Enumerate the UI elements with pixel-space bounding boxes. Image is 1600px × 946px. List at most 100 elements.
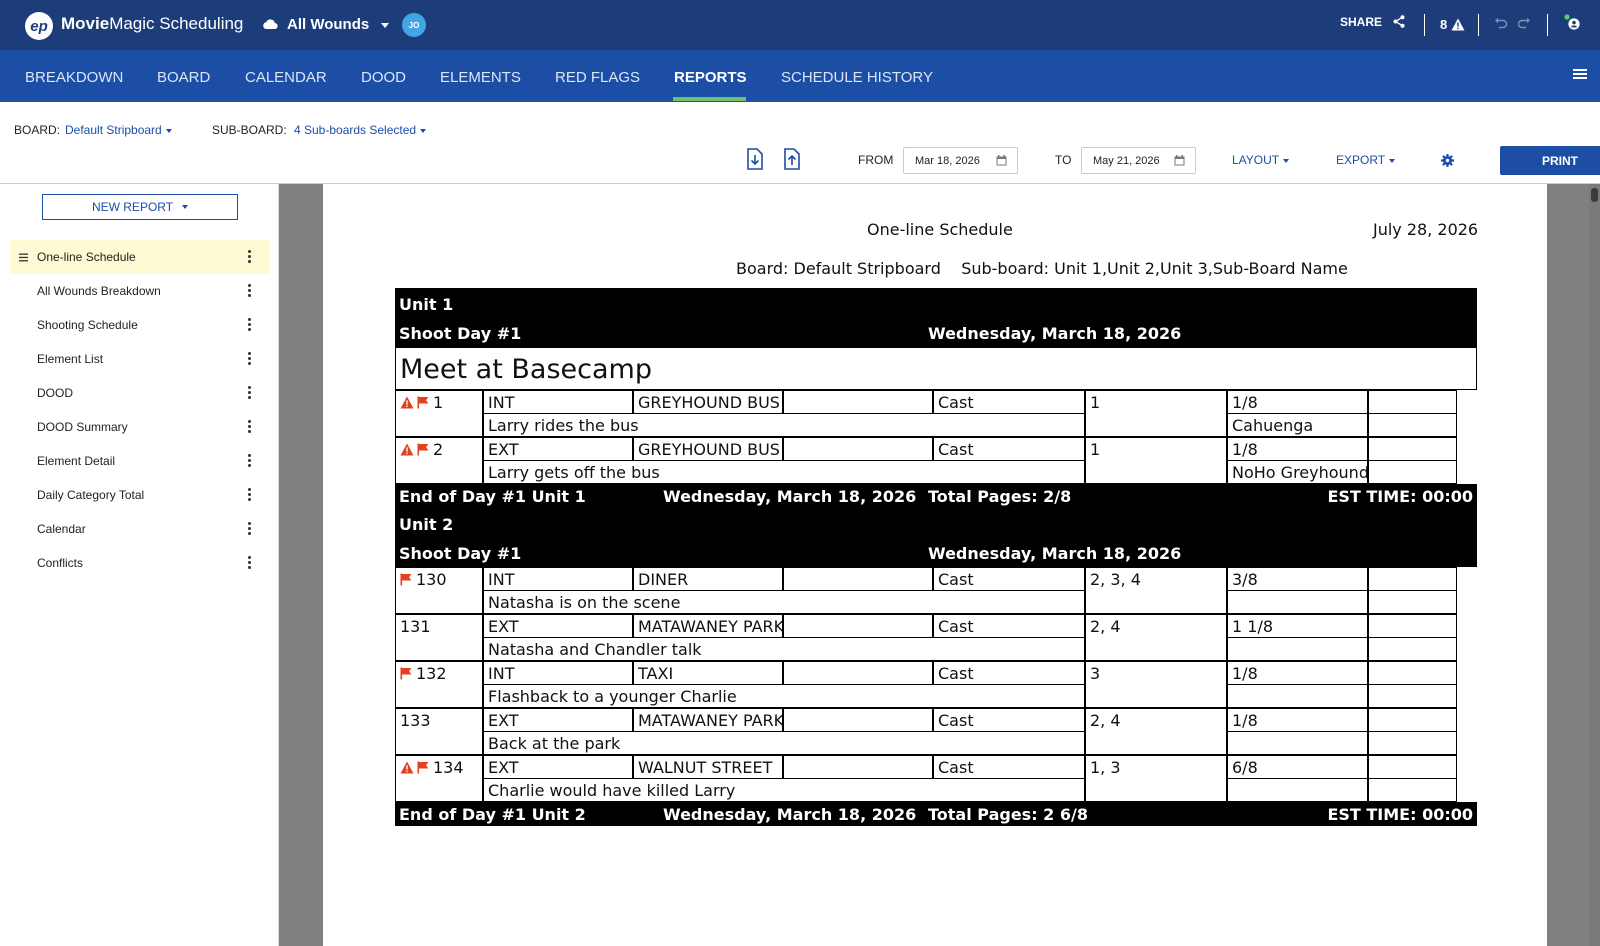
board-selector[interactable]: Default Stripboard bbox=[65, 123, 172, 137]
int-ext: EXT bbox=[488, 711, 519, 730]
gear-icon[interactable] bbox=[1441, 154, 1454, 167]
sidebar-item-daily-category-total[interactable]: Daily Category Total bbox=[10, 478, 270, 512]
end-of-day-row: End of Day #1 Unit 1 Wednesday, March 18,… bbox=[395, 484, 1477, 508]
calendar-icon[interactable] bbox=[1174, 155, 1185, 166]
scrollbar-thumb[interactable] bbox=[1591, 188, 1598, 202]
sidebar-item-shooting-schedule[interactable]: Shooting Schedule bbox=[10, 308, 270, 342]
chevron-down-icon[interactable] bbox=[381, 23, 389, 28]
empty-cell bbox=[783, 708, 933, 732]
scene-number: 130 bbox=[416, 570, 447, 589]
more-options-icon[interactable] bbox=[248, 556, 252, 570]
redo-icon[interactable] bbox=[1517, 17, 1531, 31]
sidebar-item-element-detail[interactable]: Element Detail bbox=[10, 444, 270, 478]
more-options-icon[interactable] bbox=[248, 454, 252, 468]
sidebar-item-element-list[interactable]: Element List bbox=[10, 342, 270, 376]
sidebar-item-label: Shooting Schedule bbox=[37, 318, 138, 332]
more-options-icon[interactable] bbox=[248, 420, 252, 434]
sidebar-item-label: DOOD Summary bbox=[37, 420, 128, 434]
tab-breakdown[interactable]: BREAKDOWN bbox=[25, 69, 123, 86]
empty-cell bbox=[783, 437, 933, 461]
sidebar-item-label: One-line Schedule bbox=[37, 250, 136, 264]
page-count: 1 1/8 bbox=[1232, 617, 1274, 636]
from-date-field[interactable]: Mar 18, 2026 bbox=[903, 147, 1018, 174]
tab-elements[interactable]: ELEMENTS bbox=[440, 69, 521, 86]
set-name-cell: GREYHOUND BUS bbox=[633, 437, 783, 461]
menu-icon[interactable] bbox=[1573, 68, 1587, 80]
cast-ids: 2, 4 bbox=[1090, 711, 1121, 730]
cloud-icon bbox=[263, 19, 278, 30]
int-ext-cell: INT bbox=[483, 661, 633, 685]
alert-count[interactable]: 8 bbox=[1440, 17, 1447, 32]
int-ext: EXT bbox=[488, 617, 519, 636]
import-icon[interactable] bbox=[746, 148, 764, 170]
end-of-day-label: End of Day #1 Unit 2 bbox=[399, 805, 586, 824]
shoot-day-label: Shoot Day #1 bbox=[399, 324, 522, 343]
account-icon[interactable] bbox=[1563, 14, 1581, 32]
warning-icon[interactable] bbox=[1451, 18, 1465, 31]
shoot-day-date: Wednesday, March 18, 2026 bbox=[928, 544, 1182, 563]
page-count: 3/8 bbox=[1232, 570, 1258, 589]
report-toolbar: BOARD: Default Stripboard SUB-BOARD: 4 S… bbox=[0, 102, 1600, 184]
more-options-icon[interactable] bbox=[248, 250, 252, 264]
subboard-selector[interactable]: 4 Sub-boards Selected bbox=[294, 123, 427, 137]
new-report-button[interactable]: NEW REPORT bbox=[42, 194, 238, 220]
sidebar-item-all-wounds-breakdown[interactable]: All Wounds Breakdown bbox=[10, 274, 270, 308]
sidebar-item-dood[interactable]: DOOD bbox=[10, 376, 270, 410]
total-pages: Total Pages: 2/8 bbox=[928, 487, 1072, 506]
tab-dood[interactable]: DOOD bbox=[361, 69, 406, 86]
subboard-label: SUB-BOARD: bbox=[212, 123, 287, 137]
scene-description: Natasha is on the scene bbox=[488, 593, 681, 612]
user-avatar[interactable]: JO bbox=[402, 13, 426, 37]
more-options-icon[interactable] bbox=[248, 386, 252, 400]
scene-row: 132 INT TAXI Cast 3 1/8 Flashback to a younger… bbox=[395, 661, 1477, 708]
calendar-icon[interactable] bbox=[996, 155, 1007, 166]
app-logo[interactable]: ep bbox=[25, 12, 53, 40]
tab-reports[interactable]: REPORTS bbox=[674, 69, 747, 86]
location-name: Cahuenga bbox=[1232, 416, 1314, 435]
layout-menu[interactable]: LAYOUT bbox=[1232, 153, 1290, 167]
int-ext: EXT bbox=[488, 440, 519, 459]
category-cell: Cast bbox=[933, 390, 1085, 414]
scrollbar[interactable] bbox=[1589, 184, 1600, 946]
upload-icon[interactable] bbox=[783, 148, 801, 170]
chevron-down-icon bbox=[1283, 158, 1290, 163]
scene-number: 133 bbox=[400, 711, 431, 730]
red-flag-icon bbox=[417, 396, 429, 409]
tab-calendar[interactable]: CALENDAR bbox=[245, 69, 327, 86]
drag-handle-icon[interactable] bbox=[19, 253, 28, 262]
share-icon[interactable] bbox=[1393, 15, 1405, 28]
top-bar: ep MovieMagic Scheduling All Wounds JO S… bbox=[0, 0, 1600, 50]
category: Cast bbox=[938, 711, 974, 730]
sidebar-item-conflicts[interactable]: Conflicts bbox=[10, 546, 270, 580]
more-options-icon[interactable] bbox=[248, 352, 252, 366]
print-button[interactable]: PRINT bbox=[1500, 146, 1600, 175]
scene-row: 2 EXT GREYHOUND BUS Cast 1 1/8 Larry gets off … bbox=[395, 437, 1477, 484]
undo-icon[interactable] bbox=[1494, 17, 1508, 31]
cast-ids: 1 bbox=[1090, 393, 1101, 412]
share-button[interactable]: SHARE bbox=[1340, 15, 1382, 29]
more-options-icon[interactable] bbox=[248, 318, 252, 332]
sidebar-item-label: Element Detail bbox=[37, 454, 116, 468]
set-name: MATAWANEY PARK bbox=[638, 617, 783, 636]
unit-header: Unit 1 bbox=[395, 288, 1477, 318]
tab-board[interactable]: BOARD bbox=[157, 69, 210, 86]
to-date-field[interactable]: May 21, 2026 bbox=[1081, 147, 1196, 174]
warning-icon bbox=[400, 761, 414, 774]
more-options-icon[interactable] bbox=[248, 522, 252, 536]
scene-number: 132 bbox=[416, 664, 447, 683]
tab-schedule-history[interactable]: SCHEDULE HISTORY bbox=[781, 69, 933, 86]
export-menu[interactable]: EXPORT bbox=[1336, 153, 1396, 167]
project-selector[interactable]: All Wounds bbox=[287, 16, 369, 33]
tab-red-flags[interactable]: RED FLAGS bbox=[555, 69, 640, 86]
sidebar-item-one-line-schedule[interactable]: One-line Schedule bbox=[10, 240, 270, 274]
sidebar-item-calendar[interactable]: Calendar bbox=[10, 512, 270, 546]
more-options-icon[interactable] bbox=[248, 284, 252, 298]
scene-row: 133 EXT MATAWANEY PARK Cast 2, 4 1/8 Back at t… bbox=[395, 708, 1477, 755]
app-name: MovieMagic Scheduling bbox=[61, 14, 244, 33]
category-cell: Cast bbox=[933, 614, 1085, 638]
report-sidebar: NEW REPORT One-line Schedule All Wounds … bbox=[0, 184, 279, 946]
cast-ids: 2, 3, 4 bbox=[1090, 570, 1141, 589]
sidebar-item-dood-summary[interactable]: DOOD Summary bbox=[10, 410, 270, 444]
sidebar-item-label: Element List bbox=[37, 352, 104, 366]
more-options-icon[interactable] bbox=[248, 488, 252, 502]
